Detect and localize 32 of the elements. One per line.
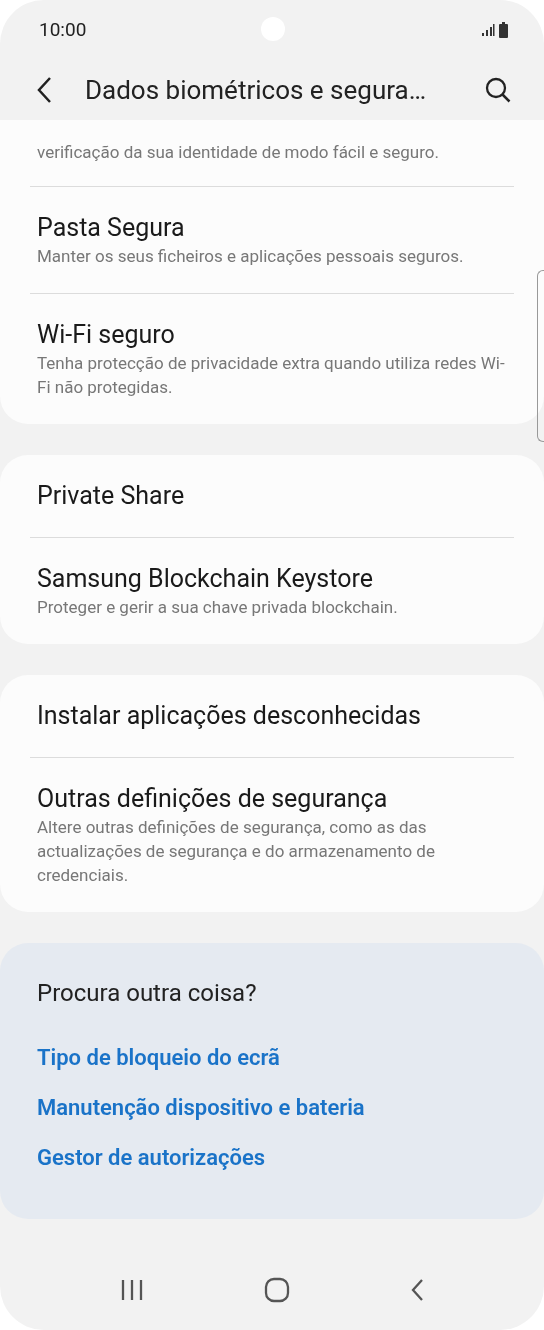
- settings-item[interactable]: Wi-Fi seguro Tenha protecção de privacidade extra quando utiliza redes Wi-Fi não protegidas.: [0, 294, 544, 424]
- suggestion-link[interactable]: Tipo de bloqueio do ecrã: [37, 1033, 507, 1083]
- item-title: Instalar aplicações desconhecidas: [37, 700, 423, 732]
- home-icon[interactable]: [264, 1277, 290, 1303]
- suggestions-heading: Procura outra coisa?: [37, 978, 258, 1009]
- settings-item[interactable]: Private Share: [0, 455, 544, 537]
- item-title: Samsung Blockchain Keystore: [37, 563, 374, 595]
- back-icon[interactable]: [36, 76, 52, 104]
- status-time: 10:00: [39, 16, 87, 43]
- settings-item[interactable]: Instalar aplicações desconhecidas: [0, 675, 544, 757]
- back-nav-icon[interactable]: [410, 1278, 424, 1302]
- item-description: Altere outras definições de segurança, como as das actualizações de segurança e do armazenamento de credenciais.: [37, 816, 436, 887]
- item-description: Tenha protecção de privacidade extra quando utiliza redes Wi-Fi não protegidas.: [37, 352, 506, 399]
- suggestion-link[interactable]: Gestor de autorizações: [37, 1133, 507, 1183]
- settings-item[interactable]: Samsung Blockchain Keystore Proteger e gerir a sua chave privada blockchain.: [0, 538, 544, 644]
- settings-item[interactable]: Pasta Segura Manter os seus ficheiros e aplicações pessoais seguros.: [0, 187, 544, 293]
- battery-icon: [499, 22, 508, 38]
- page-title: Dados biométricos e segura…: [85, 73, 427, 107]
- item-description: Proteger e gerir a sua chave privada blockchain.: [37, 596, 399, 619]
- suggestion-link[interactable]: Manutenção dispositivo e bateria: [37, 1083, 507, 1133]
- item-title: Pasta Segura: [37, 212, 186, 244]
- settings-item[interactable]: Outras definições de segurança Altere outras definições de segurança, como as das actualizações de segurança e do armazenamento de credenciais.: [0, 758, 544, 912]
- item-description: verificação da sua identidade de modo fácil e seguro.: [37, 141, 440, 164]
- item-title: Outras definições de segurança: [37, 783, 389, 815]
- search-icon[interactable]: [484, 76, 512, 104]
- signal-icon: [481, 23, 495, 37]
- item-title: Wi-Fi seguro: [37, 319, 176, 351]
- recent-apps-icon[interactable]: [120, 1279, 144, 1301]
- settings-item[interactable]: verificação da sua identidade de modo fácil e seguro.: [0, 120, 544, 186]
- item-description: Manter os seus ficheiros e aplicações pessoais seguros.: [37, 245, 465, 268]
- item-title: Private Share: [37, 480, 186, 512]
- scrollbar[interactable]: [537, 270, 544, 442]
